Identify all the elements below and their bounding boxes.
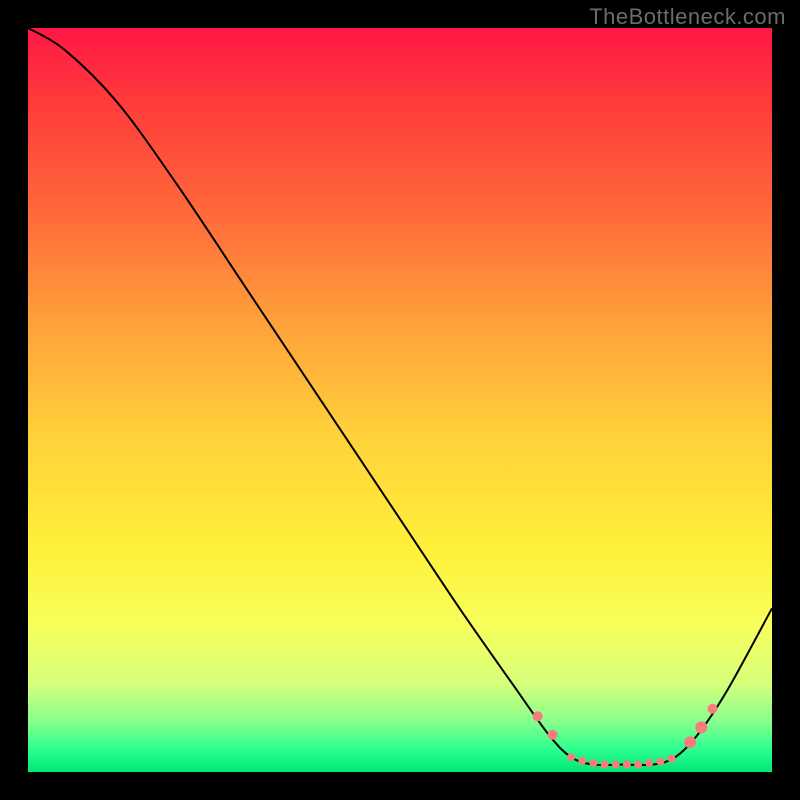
data-marker: [601, 761, 609, 769]
data-marker: [634, 761, 642, 769]
data-marker: [684, 736, 696, 748]
data-marker: [707, 704, 717, 714]
data-marker: [548, 730, 558, 740]
data-marker: [589, 759, 597, 767]
data-marker: [668, 755, 676, 763]
data-marker: [645, 759, 653, 767]
data-marker: [567, 753, 575, 761]
chart-frame: TheBottleneck.com: [0, 0, 800, 800]
data-marker: [656, 758, 664, 766]
data-marker: [623, 761, 631, 769]
bottleneck-chart: [0, 0, 800, 800]
data-marker: [578, 757, 586, 765]
plot-background: [28, 28, 772, 772]
data-marker: [695, 721, 707, 733]
data-marker: [533, 711, 543, 721]
data-marker: [612, 761, 620, 769]
watermark-text: TheBottleneck.com: [589, 4, 786, 30]
